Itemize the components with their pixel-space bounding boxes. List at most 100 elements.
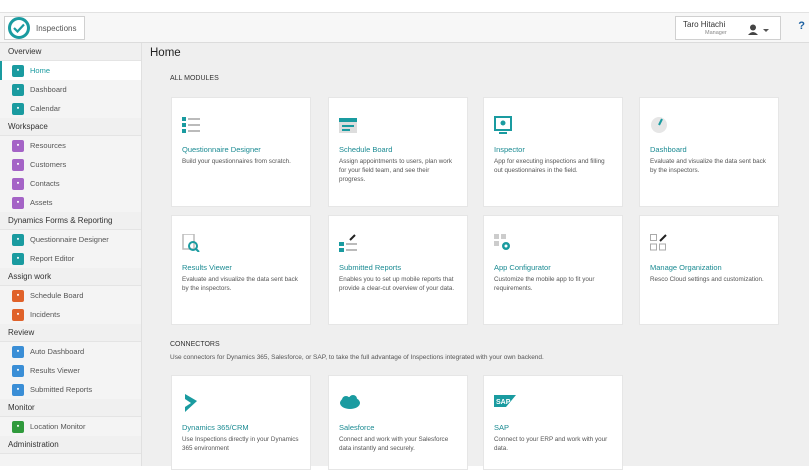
help-button[interactable]: ?: [798, 20, 805, 32]
schedule-board-icon: [339, 116, 357, 133]
auto-dashboard-icon: ▪: [12, 345, 24, 358]
manage-organization-icon: [650, 234, 667, 251]
submitted-reports-icon: [339, 234, 357, 252]
card-title: Inspector: [494, 145, 525, 154]
module-card[interactable]: Results Viewer Evaluate and visualize the…: [171, 215, 311, 325]
sidebar-item[interactable]: ▪ Location Monitor: [0, 417, 141, 436]
resources-icon: ▪: [12, 139, 24, 152]
module-card[interactable]: Dashboard Evaluate and visualize the data…: [639, 97, 779, 207]
sidebar-item[interactable]: ▪ Results Viewer: [0, 361, 141, 380]
sidebar-item[interactable]: ▪ Incidents: [0, 305, 141, 324]
module-card[interactable]: Schedule Board Assign appointments to use…: [328, 97, 468, 207]
sidebar-item-label: Calendar: [30, 104, 61, 113]
card-description: Use Inspections directly in your Dynamic…: [182, 436, 299, 452]
home-icon: ▪: [12, 64, 24, 77]
card-description: Customize the mobile app to fit your req…: [494, 276, 595, 292]
app-configurator-icon: [494, 234, 510, 250]
card-title: Salesforce: [339, 423, 375, 432]
card-description: Evaluate and visualize the data sent bac…: [650, 158, 766, 174]
sidebar: Overview ▪ Home ▪ Dashboard ▪ Calendar Workspac…: [0, 43, 142, 466]
assets-icon: ▪: [12, 196, 24, 209]
card-description: Connect to your ERP and work with your d…: [494, 436, 608, 452]
sidebar-item[interactable]: ▪ Auto Dashboard: [0, 342, 141, 361]
sidebar-item-label: Contacts: [30, 179, 60, 188]
module-card[interactable]: Dynamics 365/CRM Use Inspections directly…: [171, 375, 311, 470]
module-card[interactable]: App Configurator Customize the mobile app…: [483, 215, 623, 325]
module-card[interactable]: Submitted Reports Enables you to set up m…: [328, 215, 468, 325]
sidebar-item[interactable]: ▪ Report Editor: [0, 249, 141, 268]
sidebar-item[interactable]: ▪ Submitted Reports: [0, 380, 141, 399]
sidebar-item[interactable]: ▪ Dashboard: [0, 80, 141, 99]
module-card[interactable]: Manage Organization Resco Cloud settings …: [639, 215, 779, 325]
sidebar-item[interactable]: ▪ Customers: [0, 155, 141, 174]
sidebar-item[interactable]: ▪ Assets: [0, 193, 141, 212]
main-content: Home ALL MODULES Questionnaire Designer B…: [142, 43, 809, 470]
questionnaire-designer-icon: [182, 116, 200, 133]
sidebar-item-label: Schedule Board: [30, 291, 84, 300]
module-card[interactable]: Inspector App for executing inspections a…: [483, 97, 623, 207]
questionnaire-icon: ▪: [12, 233, 24, 246]
calendar-icon: ▪: [12, 102, 24, 115]
card-description: App for executing inspections and fillin…: [494, 158, 605, 174]
sidebar-section-heading: Dynamics Forms & Reporting: [0, 212, 141, 230]
schedule-icon: ▪: [12, 289, 24, 302]
module-card[interactable]: Questionnaire Designer Build your questio…: [171, 97, 311, 207]
report-editor-icon: ▪: [12, 252, 24, 265]
card-title: Questionnaire Designer: [182, 145, 261, 154]
location-icon: ▪: [12, 420, 24, 433]
results-viewer-icon: [182, 233, 200, 253]
module-card[interactable]: Salesforce Connect and work with your Sal…: [328, 375, 468, 470]
card-description: Build your questionnaires from scratch.: [182, 158, 291, 165]
sidebar-item-label: Results Viewer: [30, 366, 80, 375]
dynamics-icon: [182, 394, 198, 412]
salesforce-icon: [339, 394, 360, 410]
card-title: Submitted Reports: [339, 263, 402, 272]
user-name: Taro Hitachi: [683, 20, 726, 29]
all-modules-heading: ALL MODULES: [170, 75, 219, 82]
sidebar-section-heading: Workspace: [0, 118, 141, 136]
sidebar-item-label: Incidents: [30, 310, 61, 319]
dashboard-icon: ▪: [12, 83, 24, 96]
svg-text:SAP: SAP: [496, 399, 511, 406]
sidebar-item[interactable]: ▪ Schedule Board: [0, 286, 141, 305]
sidebar-item-label: Assets: [30, 198, 53, 207]
module-card[interactable]: SAP SAP Connect to your ERP and work with …: [483, 375, 623, 470]
incidents-icon: ▪: [12, 308, 24, 321]
connectors-heading: CONNECTORS: [170, 341, 220, 348]
user-avatar-icon: [748, 23, 770, 41]
app-switcher[interactable]: Inspections: [4, 16, 85, 40]
sidebar-item[interactable]: ▪ Home: [0, 61, 141, 80]
sidebar-section-heading: Administration: [0, 436, 141, 454]
card-title: Manage Organization: [650, 263, 722, 272]
sidebar-item-label: Resources: [30, 141, 66, 150]
customers-icon: ▪: [12, 158, 24, 171]
sidebar-section-heading: Review: [0, 324, 141, 342]
card-title: Dynamics 365/CRM: [182, 423, 249, 432]
user-role: Manager: [705, 30, 727, 36]
sidebar-item[interactable]: ▪ Questionnaire Designer: [0, 230, 141, 249]
card-title: SAP: [494, 423, 510, 432]
sidebar-section-heading: Assign work: [0, 268, 141, 286]
sidebar-item[interactable]: ▪ Resources: [0, 136, 141, 155]
results-icon: ▪: [12, 364, 24, 377]
card-description: Resco Cloud settings and customization.: [650, 276, 764, 283]
sidebar-section-heading: Overview: [0, 43, 141, 61]
contacts-icon: ▪: [12, 177, 24, 190]
card-description: Evaluate and visualize the data sent bac…: [182, 276, 298, 292]
sidebar-item-label: Dashboard: [30, 85, 67, 94]
sidebar-item[interactable]: ▪ Calendar: [0, 99, 141, 118]
card-title: Schedule Board: [339, 145, 393, 154]
sidebar-item-label: Location Monitor: [30, 422, 86, 431]
card-description: Connect and work with your Salesforce da…: [339, 436, 449, 452]
submitted-icon: ▪: [12, 383, 24, 396]
sidebar-item-label: Submitted Reports: [30, 385, 93, 394]
sidebar-item-label: Customers: [30, 160, 67, 169]
user-menu[interactable]: Taro Hitachi Manager: [675, 16, 781, 40]
sidebar-section-heading: Monitor: [0, 399, 141, 417]
sap-icon: SAP: [494, 394, 516, 410]
sidebar-item[interactable]: ▪ Contacts: [0, 174, 141, 193]
card-description: Enables you to set up mobile reports tha…: [339, 276, 455, 292]
page-title: Home: [150, 47, 181, 59]
sidebar-item-label: Home: [30, 66, 51, 75]
app-title: Inspections: [36, 23, 77, 33]
